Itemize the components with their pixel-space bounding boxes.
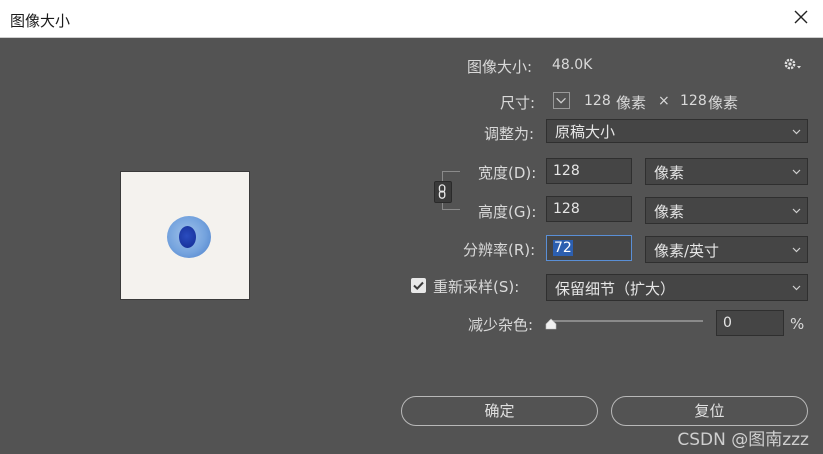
chevron-down-icon	[792, 208, 801, 214]
constrain-bracket-bottom	[442, 209, 460, 210]
reduce-noise-slider-track[interactable]	[549, 320, 703, 322]
chevron-down-icon	[792, 169, 801, 175]
fit-to-value: 原稿大小	[555, 123, 616, 141]
reduce-noise-input[interactable]: 0	[716, 310, 784, 336]
fit-to-label: 调整为:	[484, 125, 535, 143]
reduce-noise-value: 0	[723, 315, 732, 331]
dimensions-width-value: 128	[584, 93, 611, 109]
image-size-value: 48.0K	[552, 57, 593, 73]
dimensions-unit-2: 像素	[708, 94, 739, 112]
height-label: 高度(G):	[478, 203, 537, 221]
reduce-noise-slider-thumb[interactable]	[545, 318, 557, 330]
resolution-label: 分辨率(R):	[463, 241, 536, 259]
chevron-down-icon	[792, 247, 801, 253]
width-unit-value: 像素	[654, 164, 685, 182]
fit-to-dropdown[interactable]: 原稿大小	[546, 119, 808, 143]
height-value: 128	[553, 201, 580, 217]
dimensions-height-value: 128	[680, 93, 707, 109]
dimensions-unit-1: 像素	[616, 94, 647, 112]
dimensions-dropdown-toggle[interactable]	[553, 92, 570, 109]
reduce-noise-label: 减少杂色:	[468, 316, 534, 334]
watermark-text: CSDN @图南zzz	[677, 430, 809, 450]
chevron-down-icon	[792, 129, 801, 135]
window-title: 图像大小	[10, 12, 71, 30]
resample-checkbox[interactable]	[411, 278, 426, 293]
width-value: 128	[553, 163, 580, 179]
title-bar: 图像大小	[0, 0, 823, 38]
image-size-label: 图像大小:	[467, 58, 533, 76]
reduce-noise-unit: %	[790, 315, 805, 333]
resolution-unit-value: 像素/英寸	[654, 242, 720, 260]
height-unit-dropdown[interactable]: 像素	[645, 197, 808, 224]
close-icon[interactable]	[793, 9, 809, 25]
image-preview[interactable]	[120, 171, 250, 300]
chevron-down-icon	[792, 285, 801, 291]
resample-method-dropdown[interactable]: 保留细节（扩大）	[546, 274, 808, 301]
constrain-bracket-top	[442, 171, 460, 172]
dimensions-label: 尺寸:	[500, 94, 536, 112]
reset-button[interactable]: 复位	[611, 396, 808, 426]
chevron-down-icon	[556, 97, 566, 104]
preview-nucleus-image	[179, 226, 196, 248]
chain-link-icon	[438, 184, 446, 199]
checkmark-icon	[413, 281, 424, 291]
resolution-value: 72	[553, 240, 573, 256]
gear-icon[interactable]	[783, 56, 803, 72]
resolution-input[interactable]: 72	[546, 235, 632, 261]
dimensions-times: ×	[658, 93, 670, 109]
height-input[interactable]: 128	[546, 196, 632, 222]
ok-button[interactable]: 确定	[401, 396, 598, 426]
resample-method-value: 保留细节（扩大）	[555, 280, 676, 298]
resample-label: 重新采样(S):	[433, 278, 520, 296]
width-unit-dropdown[interactable]: 像素	[645, 158, 808, 185]
height-unit-value: 像素	[654, 203, 685, 221]
resolution-unit-dropdown[interactable]: 像素/英寸	[645, 236, 808, 263]
constrain-proportions-button[interactable]	[434, 181, 452, 203]
width-label: 宽度(D):	[478, 164, 537, 182]
width-input[interactable]: 128	[546, 158, 632, 184]
